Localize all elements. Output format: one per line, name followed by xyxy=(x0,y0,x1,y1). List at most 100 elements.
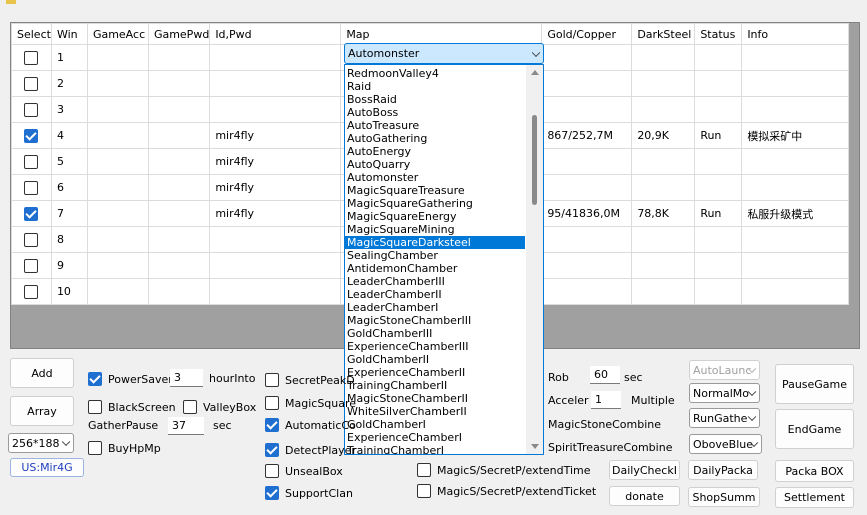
buy-hpmp-checkbox[interactable]: BuyHpMp xyxy=(88,441,161,455)
row-gameacc-cell[interactable] xyxy=(86,278,149,305)
row-win-cell[interactable]: 9 xyxy=(50,252,88,279)
row-win-cell[interactable]: 1 xyxy=(50,44,88,71)
row-gold-cell[interactable] xyxy=(541,252,633,279)
row-gameacc-cell[interactable] xyxy=(86,174,149,201)
map-option[interactable]: AutoTreasure xyxy=(345,119,525,132)
row-gold-cell[interactable] xyxy=(541,70,633,97)
row-gold-cell[interactable]: 95/41836,0M xyxy=(541,200,633,227)
row-info-cell[interactable] xyxy=(741,278,850,305)
row-darksteel-cell[interactable] xyxy=(631,96,696,123)
row-idpwd-cell[interactable]: mir4fly xyxy=(209,174,342,201)
checkbox-box[interactable] xyxy=(88,400,102,414)
row-win-cell[interactable]: 7 xyxy=(50,200,88,227)
shop-summ-button[interactable]: ShopSumm xyxy=(688,487,760,507)
row-idpwd-cell[interactable] xyxy=(209,278,342,305)
obove-blue-select[interactable]: OboveBlue xyxy=(689,434,762,454)
chevron-down-icon[interactable] xyxy=(531,48,541,57)
resolution-select[interactable]: 256*188 xyxy=(8,433,74,453)
row-status-cell[interactable] xyxy=(694,226,743,253)
black-screen-checkbox[interactable]: BlackScreen xyxy=(88,400,176,414)
map-option[interactable]: ExperienceChamberIII xyxy=(345,340,525,353)
row-info-cell[interactable] xyxy=(741,96,850,123)
row-gamepwd-cell[interactable] xyxy=(147,148,211,175)
row-gameacc-cell[interactable] xyxy=(86,70,149,97)
row-win-cell[interactable]: 2 xyxy=(50,70,88,97)
row-gamepwd-cell[interactable] xyxy=(147,70,211,97)
row-select-checkbox[interactable] xyxy=(24,154,39,169)
row-select-checkbox[interactable] xyxy=(24,180,39,195)
row-idpwd-cell[interactable]: mir4fly xyxy=(209,200,342,227)
row-info-cell[interactable]: 私服升级模式 xyxy=(741,200,850,227)
row-gameacc-cell[interactable] xyxy=(86,200,149,227)
row-win-cell[interactable]: 10 xyxy=(50,278,88,305)
checkbox-box[interactable] xyxy=(88,372,102,386)
row-select-cell[interactable] xyxy=(11,226,52,253)
row-gold-cell[interactable] xyxy=(541,148,633,175)
row-info-cell[interactable] xyxy=(741,252,850,279)
daily-packa-button[interactable]: DailyPacka xyxy=(688,460,758,480)
map-dropdown[interactable]: Automonster xyxy=(344,43,544,64)
array-button[interactable]: Array xyxy=(10,396,74,426)
row-select-cell[interactable] xyxy=(11,122,52,149)
row-info-cell[interactable] xyxy=(741,148,850,175)
map-option[interactable]: ExperienceChamberI xyxy=(345,431,525,444)
row-idpwd-cell[interactable] xyxy=(209,252,342,279)
map-option[interactable]: GoldChamberIII xyxy=(345,327,525,340)
row-win-cell[interactable]: 3 xyxy=(50,96,88,123)
map-option[interactable]: WhiteSilverChamberII xyxy=(345,405,525,418)
checkbox-box[interactable] xyxy=(88,441,102,455)
map-option[interactable]: MagicSquareMining xyxy=(345,223,525,236)
checkbox-box[interactable] xyxy=(265,464,279,478)
row-gold-cell[interactable] xyxy=(541,226,633,253)
normal-mode-select[interactable]: NormalMo xyxy=(689,383,760,403)
row-idpwd-cell[interactable]: mir4fly xyxy=(209,148,342,175)
row-select-checkbox[interactable] xyxy=(24,258,39,273)
row-status-cell[interactable] xyxy=(694,174,743,201)
map-option[interactable]: BossRaid xyxy=(345,93,525,106)
row-idpwd-cell[interactable] xyxy=(209,70,342,97)
secret-peak-checkbox[interactable]: SecretPeakD xyxy=(265,373,355,387)
map-option[interactable]: MagicSquareDarksteel xyxy=(345,236,525,249)
checkbox-box[interactable] xyxy=(183,400,197,414)
scroll-down-icon[interactable] xyxy=(531,444,539,449)
row-gamepwd-cell[interactable] xyxy=(147,122,211,149)
row-select-cell[interactable] xyxy=(11,252,52,279)
row-info-cell[interactable] xyxy=(741,226,850,253)
map-dropdown-list[interactable]: RedmoonValley4 Raid BossRaid AutoBoss AutoTr… xyxy=(344,64,544,455)
map-option[interactable]: GoldChamberII xyxy=(345,353,525,366)
row-select-checkbox[interactable] xyxy=(24,76,39,91)
row-select-cell[interactable] xyxy=(11,44,52,71)
row-darksteel-cell[interactable]: 20,9K xyxy=(631,122,696,149)
row-select-cell[interactable] xyxy=(11,96,52,123)
map-option[interactable]: MagicStoneChamberIII xyxy=(345,314,525,327)
map-option[interactable]: AutoEnergy xyxy=(345,145,525,158)
extend-time-checkbox[interactable]: MagicS/SecretP/extendTime xyxy=(417,463,591,477)
map-option[interactable]: Raid xyxy=(345,80,525,93)
end-game-button[interactable]: EndGame xyxy=(775,409,854,449)
donate-button[interactable]: donate xyxy=(609,486,680,506)
settlement-button[interactable]: Settlement xyxy=(775,487,854,508)
row-gamepwd-cell[interactable] xyxy=(147,44,211,71)
row-select-cell[interactable] xyxy=(11,200,52,227)
row-idpwd-cell[interactable]: mir4fly xyxy=(209,122,342,149)
map-option[interactable]: RedmoonValley4 xyxy=(345,67,525,80)
row-gold-cell[interactable] xyxy=(541,44,633,71)
map-option[interactable]: Automonster xyxy=(345,171,525,184)
map-option[interactable]: GoldChamberI xyxy=(345,418,525,431)
map-option[interactable]: MagicSquareGathering xyxy=(345,197,525,210)
row-status-cell[interactable] xyxy=(694,96,743,123)
row-select-checkbox[interactable] xyxy=(24,232,39,247)
row-info-cell[interactable]: 模拟采矿中 xyxy=(741,122,850,149)
checkbox-box[interactable] xyxy=(265,373,279,387)
row-select-checkbox[interactable] xyxy=(24,284,39,299)
row-gold-cell[interactable] xyxy=(541,96,633,123)
daily-check-button[interactable]: DailyCheckI xyxy=(609,460,680,480)
row-idpwd-cell[interactable] xyxy=(209,226,342,253)
scroll-up-icon[interactable] xyxy=(531,70,539,75)
row-darksteel-cell[interactable] xyxy=(631,70,696,97)
row-gold-cell[interactable] xyxy=(541,278,633,305)
map-option[interactable]: LeaderChamberIII xyxy=(345,275,525,288)
row-darksteel-cell[interactable] xyxy=(631,278,696,305)
row-select-checkbox[interactable] xyxy=(24,102,39,117)
magic-square-checkbox[interactable]: MagicSquare xyxy=(265,396,356,410)
